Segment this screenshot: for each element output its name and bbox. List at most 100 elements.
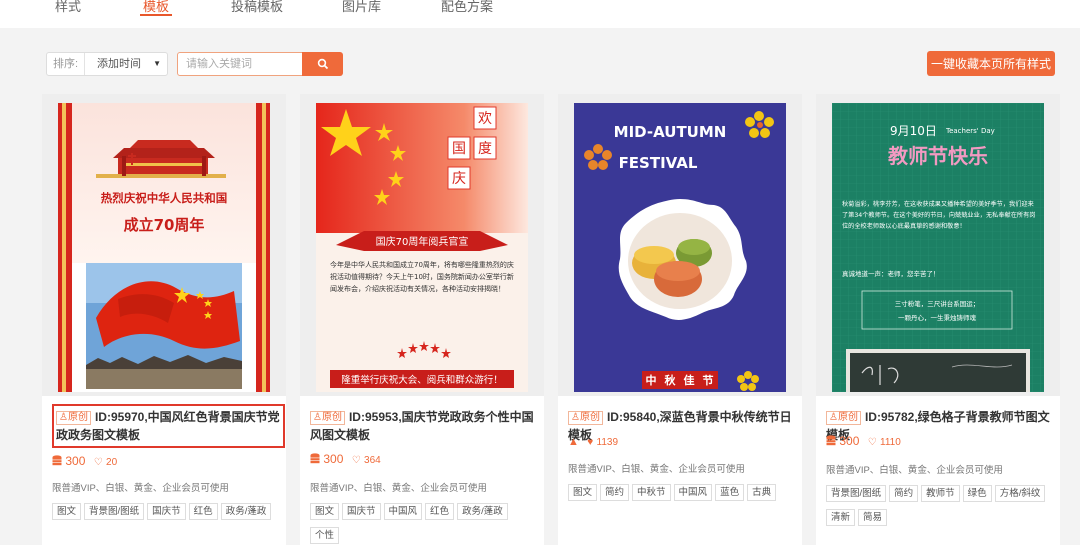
poster-line1: MID-AUTUMN (614, 123, 727, 141)
card-title[interactable]: ♙原创 ID:95953,国庆节党政政务个性中国风图文模板 (310, 408, 536, 444)
poster-char: 度 (478, 141, 492, 157)
tab-submission-templates[interactable]: 投稿模板 (231, 0, 283, 28)
tab-image-library[interactable]: 图片库 (342, 0, 381, 28)
card-stats: ▲ ♥ 1139 (568, 434, 618, 448)
tag[interactable]: 背景图/图纸 (84, 503, 145, 520)
tag[interactable]: 绿色 (962, 485, 992, 502)
poster-verse: 一颗丹心，一生秉烛铸师魂 (898, 313, 977, 322)
template-card[interactable]: 热烈庆祝中华人民共和国 成立70周年 ♙原创 ID:95970,中国风红色背景国庆… (42, 94, 286, 545)
card-title[interactable]: ♙原创 ID:95970,中国风红色背景国庆节党政政务图文模板 (52, 404, 285, 448)
original-badge: ♙原创 (568, 411, 603, 425)
tag[interactable]: 红色 (425, 503, 455, 520)
person-icon: ♙ (313, 412, 322, 423)
poster-en: Teachers' Day (945, 127, 995, 135)
caret-down-icon: ▼ (153, 59, 161, 68)
tag[interactable]: 图文 (310, 503, 340, 520)
tag[interactable]: 简约 (600, 484, 630, 501)
poster-char: 佳 (684, 373, 695, 387)
permission-note: 限普通VIP、白银、黄金、企业会员可使用 (310, 483, 487, 494)
poster-verse: 三寸粉笔，三尺讲台系国运； (895, 299, 980, 308)
poster-line2: FESTIVAL (619, 154, 698, 172)
tag[interactable]: 古典 (747, 484, 777, 501)
tag[interactable]: 简易 (858, 509, 888, 526)
tag[interactable]: 清新 (826, 509, 856, 526)
tag[interactable]: 方格/斜纹 (994, 485, 1046, 502)
template-thumbnail-teachers-day[interactable]: 9月10日 Teachers' Day 教师节快乐 秋菊溢彩，桃李芬芳，在这收获… (832, 103, 1044, 392)
tag[interactable]: 中秋节 (632, 484, 671, 501)
like-count: 1110 (880, 437, 901, 448)
search-input[interactable] (177, 52, 303, 76)
tag[interactable]: 政务/蓬政 (457, 503, 508, 520)
tag[interactable]: 图文 (568, 484, 598, 501)
like-count: 1139 (596, 437, 619, 448)
tag[interactable]: 背景图/图纸 (826, 485, 887, 502)
poster-title: 教师节快乐 (888, 144, 988, 168)
tag[interactable]: 蓝色 (715, 484, 745, 501)
tag-list: 背景图/图纸 简约 教师节 绿色 方格/斜纹清新 简易 (826, 483, 1052, 531)
tab-color-schemes[interactable]: 配色方案 (441, 0, 493, 28)
poster-banner: 国庆70周年阅兵官宣 (376, 235, 469, 248)
tag[interactable]: 教师节 (921, 485, 960, 502)
search-button[interactable] (302, 52, 343, 76)
top-nav: 样式 模板 投稿模板 图片库 配色方案 (0, 0, 1080, 28)
tag[interactable]: 中国风 (383, 503, 423, 520)
arrow-up-icon: ▲ (568, 436, 579, 448)
poster-char: 中 (646, 373, 657, 387)
poster-char: 节 (703, 373, 714, 387)
thumbnail-frame: MID-AUTUMN FESTIVAL 中 秋 佳 节 (558, 94, 802, 396)
tag-list: 图文 简约 中秋节 中国风 蓝色 古典 (568, 482, 794, 506)
template-card[interactable]: MID-AUTUMN FESTIVAL 中 秋 佳 节 ♙原创 ID:95840… (558, 94, 802, 545)
tag[interactable]: 个性 (310, 527, 340, 544)
thumbnail-frame: 9月10日 Teachers' Day 教师节快乐 秋菊溢彩，桃李芬芳，在这收获… (816, 94, 1060, 396)
card-stats: 300 ♡ 1110 (826, 434, 901, 449)
price: 300 (65, 454, 86, 468)
template-card[interactable]: 欢 度 国 庆 国庆70周年阅兵官宣 今年是中华人民共和国成立70周年，将有哪些… (300, 94, 544, 545)
tag[interactable]: 国庆节 (147, 503, 186, 520)
heart-icon[interactable]: ♥ (587, 437, 593, 448)
template-card[interactable]: 9月10日 Teachers' Day 教师节快乐 秋菊溢彩，桃李芬芳，在这收获… (816, 94, 1060, 545)
tag[interactable]: 中国风 (673, 484, 713, 501)
price: 300 (323, 452, 344, 466)
tab-templates[interactable]: 模板 (139, 0, 173, 28)
poster-footer: 隆重举行庆祝大会、阅兵和群众游行！ (341, 374, 503, 386)
original-badge: ♙原创 (310, 411, 345, 425)
person-icon: ♙ (59, 412, 68, 423)
like-count: 20 (106, 457, 118, 468)
person-icon: ♙ (829, 412, 838, 423)
tag[interactable]: 简约 (889, 485, 919, 502)
poster-body: 秋菊溢彩，桃李芬芳，在这收获成果又播种希望的美好季节，我们迎来了第34个教师节。… (842, 201, 1036, 230)
permission-note: 限普通VIP、白银、黄金、企业会员可使用 (826, 465, 1003, 476)
coins-icon (826, 435, 836, 449)
poster-char: 庆 (452, 171, 466, 187)
tag[interactable]: 政务/蓬政 (220, 503, 272, 520)
poster-char: 国 (452, 141, 466, 157)
collect-all-button[interactable]: 一键收藏本页所有样式 (927, 51, 1055, 76)
tab-styles[interactable]: 样式 (55, 0, 81, 28)
poster-body: 今年是中华人民共和国成立70周年，将有哪些隆重热烈的庆祝活动值得期待？今天上午1… (330, 261, 514, 293)
card-stats: 300 ♡ 364 (310, 452, 381, 467)
heart-icon[interactable]: ♡ (94, 457, 103, 468)
poster-line2: 成立70周年 (124, 216, 205, 234)
search-icon (317, 58, 328, 70)
tag[interactable]: 红色 (188, 503, 218, 520)
card-stats: 300 ♡ 20 (52, 454, 117, 469)
permission-note: 限普通VIP、白银、黄金、企业会员可使用 (52, 483, 229, 494)
tag[interactable]: 国庆节 (342, 503, 381, 520)
original-badge: ♙原创 (56, 411, 91, 425)
person-icon: ♙ (571, 412, 580, 423)
sort-select[interactable]: 排序: 添加时间 ▼ (46, 52, 168, 76)
template-thumbnail-mid-autumn[interactable]: MID-AUTUMN FESTIVAL 中 秋 佳 节 (574, 103, 786, 392)
thumbnail-frame: 欢 度 国 庆 国庆70周年阅兵官宣 今年是中华人民共和国成立70周年，将有哪些… (300, 94, 544, 396)
heart-icon[interactable]: ♡ (352, 455, 361, 466)
poster-char: 欢 (478, 111, 492, 127)
tag[interactable]: 图文 (52, 503, 82, 520)
template-thumbnail-national-day-red[interactable]: 热烈庆祝中华人民共和国 成立70周年 (58, 103, 270, 392)
permission-note: 限普通VIP、白银、黄金、企业会员可使用 (568, 464, 745, 475)
tag-list: 图文 国庆节 中国风 红色 政务/蓬政个性 (310, 501, 536, 545)
template-thumbnail-national-day-chinese[interactable]: 欢 度 国 庆 国庆70周年阅兵官宣 今年是中华人民共和国成立70周年，将有哪些… (316, 103, 528, 392)
sort-label: 排序: (47, 53, 85, 75)
heart-icon[interactable]: ♡ (868, 437, 877, 448)
poster-char: 秋 (665, 373, 677, 387)
coins-icon (52, 455, 62, 469)
poster-greeting: 真诚地道一声：老师，您辛苦了！ (842, 269, 940, 278)
